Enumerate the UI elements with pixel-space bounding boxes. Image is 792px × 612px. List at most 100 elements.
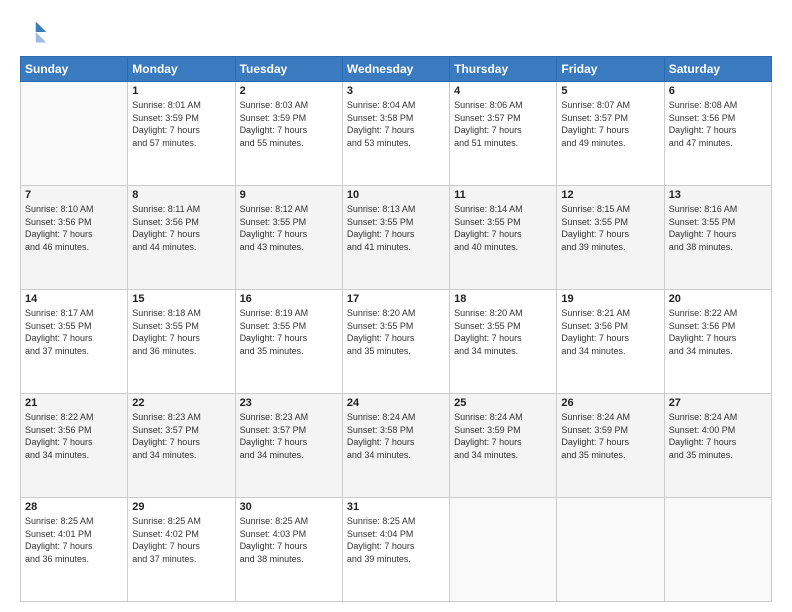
calendar-header-row: SundayMondayTuesdayWednesdayThursdayFrid…: [21, 57, 772, 82]
day-number: 3: [347, 85, 445, 97]
day-number: 11: [454, 189, 552, 201]
day-number: 27: [669, 397, 767, 409]
day-info: Sunrise: 8:25 AM Sunset: 4:04 PM Dayligh…: [347, 515, 445, 565]
calendar-cell: 18 Sunrise: 8:20 AM Sunset: 3:55 PM Dayli…: [450, 290, 557, 394]
calendar-cell: [450, 498, 557, 602]
weekday-header: Friday: [557, 57, 664, 82]
logo-icon: [20, 18, 48, 46]
calendar-cell: 14Sunrise: 8:17 AM Sunset: 3:55 PM Dayli…: [21, 290, 128, 394]
calendar-cell: 7 Sunrise: 8:10 AM Sunset: 3:56 PM Daylig…: [21, 186, 128, 290]
calendar-cell: [557, 498, 664, 602]
day-info: Sunrise: 8:07 AM Sunset: 3:57 PM Dayligh…: [561, 99, 659, 149]
day-info: Sunrise: 8:01 AM Sunset: 3:59 PM Dayligh…: [132, 99, 230, 149]
day-number: 7: [25, 189, 123, 201]
calendar-cell: 1Sunrise: 8:01 AM Sunset: 3:59 PM Daylig…: [128, 82, 235, 186]
calendar-cell: 24 Sunrise: 8:24 AM Sunset: 3:58 PM Dayli…: [342, 394, 449, 498]
calendar-week-row: 1Sunrise: 8:01 AM Sunset: 3:59 PM Daylig…: [21, 82, 772, 186]
day-info: Sunrise: 8:04 AM Sunset: 3:58 PM Dayligh…: [347, 99, 445, 149]
calendar-cell: 6Sunrise: 8:08 AM Sunset: 3:56 PM Daylig…: [664, 82, 771, 186]
calendar-cell: 26 Sunrise: 8:24 AM Sunset: 3:59 PM Dayli…: [557, 394, 664, 498]
weekday-header: Monday: [128, 57, 235, 82]
day-number: 8: [132, 189, 230, 201]
day-info: Sunrise: 8:24 AM Sunset: 3:59 PM Dayligh…: [454, 411, 552, 461]
day-info: Sunrise: 8:25 AM Sunset: 4:01 PM Dayligh…: [25, 515, 123, 565]
day-number: 25: [454, 397, 552, 409]
day-info: Sunrise: 8:13 AM Sunset: 3:55 PM Dayligh…: [347, 203, 445, 253]
weekday-header: Saturday: [664, 57, 771, 82]
day-info: Sunrise: 8:22 AM Sunset: 3:56 PM Dayligh…: [669, 307, 767, 357]
day-info: Sunrise: 8:20 AM Sunset: 3:55 PM Dayligh…: [347, 307, 445, 357]
day-info: Sunrise: 8:25 AM Sunset: 4:03 PM Dayligh…: [240, 515, 338, 565]
day-info: Sunrise: 8:17 AM Sunset: 3:55 PM Dayligh…: [25, 307, 123, 357]
calendar-cell: 11 Sunrise: 8:14 AM Sunset: 3:55 PM Dayli…: [450, 186, 557, 290]
day-info: Sunrise: 8:16 AM Sunset: 3:55 PM Dayligh…: [669, 203, 767, 253]
day-info: Sunrise: 8:22 AM Sunset: 3:56 PM Dayligh…: [25, 411, 123, 461]
day-number: 30: [240, 501, 338, 513]
day-info: Sunrise: 8:06 AM Sunset: 3:57 PM Dayligh…: [454, 99, 552, 149]
day-number: 24: [347, 397, 445, 409]
calendar-cell: 3 Sunrise: 8:04 AM Sunset: 3:58 PM Daylig…: [342, 82, 449, 186]
calendar-cell: 28 Sunrise: 8:25 AM Sunset: 4:01 PM Dayli…: [21, 498, 128, 602]
calendar-cell: [21, 82, 128, 186]
weekday-header: Thursday: [450, 57, 557, 82]
day-number: 16: [240, 293, 338, 305]
calendar-cell: 19Sunrise: 8:21 AM Sunset: 3:56 PM Dayli…: [557, 290, 664, 394]
day-number: 28: [25, 501, 123, 513]
day-info: Sunrise: 8:24 AM Sunset: 3:59 PM Dayligh…: [561, 411, 659, 461]
day-info: Sunrise: 8:03 AM Sunset: 3:59 PM Dayligh…: [240, 99, 338, 149]
day-number: 4: [454, 85, 552, 97]
calendar-cell: 16 Sunrise: 8:19 AM Sunset: 3:55 PM Dayli…: [235, 290, 342, 394]
day-number: 29: [132, 501, 230, 513]
day-info: Sunrise: 8:15 AM Sunset: 3:55 PM Dayligh…: [561, 203, 659, 253]
day-info: Sunrise: 8:10 AM Sunset: 3:56 PM Dayligh…: [25, 203, 123, 253]
weekday-header: Wednesday: [342, 57, 449, 82]
day-number: 15: [132, 293, 230, 305]
weekday-header: Tuesday: [235, 57, 342, 82]
calendar-cell: 10Sunrise: 8:13 AM Sunset: 3:55 PM Dayli…: [342, 186, 449, 290]
day-number: 18: [454, 293, 552, 305]
day-number: 26: [561, 397, 659, 409]
day-info: Sunrise: 8:25 AM Sunset: 4:02 PM Dayligh…: [132, 515, 230, 565]
day-info: Sunrise: 8:11 AM Sunset: 3:56 PM Dayligh…: [132, 203, 230, 253]
calendar-week-row: 28 Sunrise: 8:25 AM Sunset: 4:01 PM Dayli…: [21, 498, 772, 602]
weekday-header: Sunday: [21, 57, 128, 82]
page: SundayMondayTuesdayWednesdayThursdayFrid…: [0, 0, 792, 612]
day-number: 17: [347, 293, 445, 305]
calendar-cell: 23 Sunrise: 8:23 AM Sunset: 3:57 PM Dayli…: [235, 394, 342, 498]
calendar-cell: 25 Sunrise: 8:24 AM Sunset: 3:59 PM Dayli…: [450, 394, 557, 498]
day-number: 21: [25, 397, 123, 409]
calendar-cell: 30 Sunrise: 8:25 AM Sunset: 4:03 PM Dayli…: [235, 498, 342, 602]
day-info: Sunrise: 8:23 AM Sunset: 3:57 PM Dayligh…: [240, 411, 338, 461]
day-info: Sunrise: 8:12 AM Sunset: 3:55 PM Dayligh…: [240, 203, 338, 253]
calendar-week-row: 14Sunrise: 8:17 AM Sunset: 3:55 PM Dayli…: [21, 290, 772, 394]
day-number: 20: [669, 293, 767, 305]
calendar-cell: 5 Sunrise: 8:07 AM Sunset: 3:57 PM Daylig…: [557, 82, 664, 186]
day-number: 31: [347, 501, 445, 513]
day-number: 5: [561, 85, 659, 97]
calendar-cell: 21 Sunrise: 8:22 AM Sunset: 3:56 PM Dayli…: [21, 394, 128, 498]
calendar-cell: [664, 498, 771, 602]
day-number: 12: [561, 189, 659, 201]
logo: [20, 18, 52, 46]
day-number: 23: [240, 397, 338, 409]
calendar-cell: 9 Sunrise: 8:12 AM Sunset: 3:55 PM Daylig…: [235, 186, 342, 290]
day-info: Sunrise: 8:20 AM Sunset: 3:55 PM Dayligh…: [454, 307, 552, 357]
calendar-cell: 15Sunrise: 8:18 AM Sunset: 3:55 PM Dayli…: [128, 290, 235, 394]
calendar-week-row: 7 Sunrise: 8:10 AM Sunset: 3:56 PM Daylig…: [21, 186, 772, 290]
day-info: Sunrise: 8:24 AM Sunset: 3:58 PM Dayligh…: [347, 411, 445, 461]
day-number: 22: [132, 397, 230, 409]
day-number: 2: [240, 85, 338, 97]
calendar-cell: 27Sunrise: 8:24 AM Sunset: 4:00 PM Dayli…: [664, 394, 771, 498]
calendar-cell: 22 Sunrise: 8:23 AM Sunset: 3:57 PM Dayli…: [128, 394, 235, 498]
calendar-week-row: 21 Sunrise: 8:22 AM Sunset: 3:56 PM Dayli…: [21, 394, 772, 498]
day-number: 13: [669, 189, 767, 201]
day-number: 9: [240, 189, 338, 201]
day-number: 19: [561, 293, 659, 305]
day-info: Sunrise: 8:23 AM Sunset: 3:57 PM Dayligh…: [132, 411, 230, 461]
calendar-cell: 12 Sunrise: 8:15 AM Sunset: 3:55 PM Dayli…: [557, 186, 664, 290]
calendar-cell: 29 Sunrise: 8:25 AM Sunset: 4:02 PM Dayli…: [128, 498, 235, 602]
day-info: Sunrise: 8:14 AM Sunset: 3:55 PM Dayligh…: [454, 203, 552, 253]
day-number: 6: [669, 85, 767, 97]
calendar-cell: 2 Sunrise: 8:03 AM Sunset: 3:59 PM Daylig…: [235, 82, 342, 186]
day-info: Sunrise: 8:19 AM Sunset: 3:55 PM Dayligh…: [240, 307, 338, 357]
